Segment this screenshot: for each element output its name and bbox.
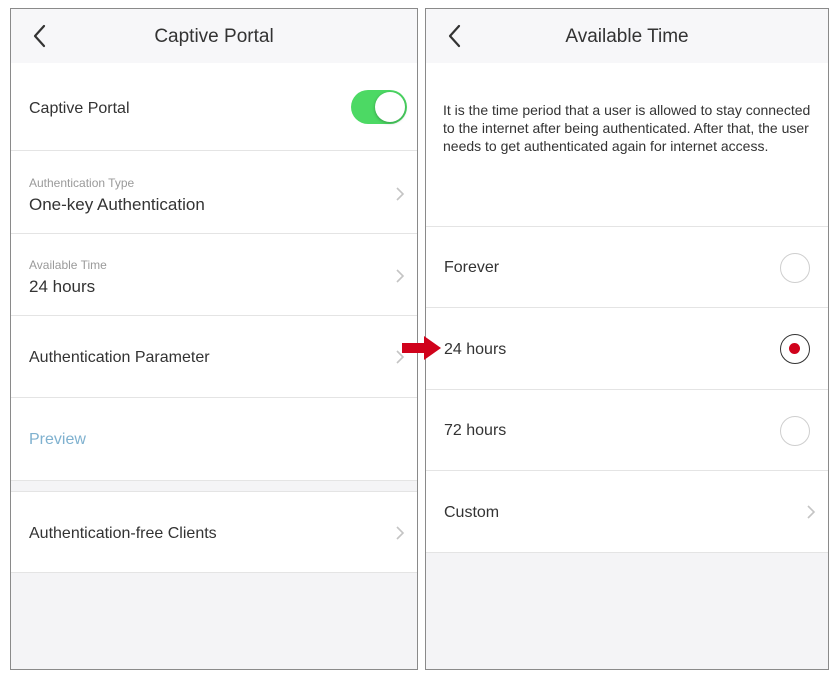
nav-bar: Available Time — [426, 9, 828, 64]
authentication-type-row[interactable]: Authentication Type One-key Authenticati… — [11, 151, 417, 234]
radio-24-hours[interactable] — [780, 334, 810, 364]
available-time-description: It is the time period that a user is all… — [443, 102, 811, 154]
option-label: 24 hours — [444, 341, 507, 358]
chevron-right-icon — [393, 523, 407, 543]
radio-forever[interactable] — [780, 253, 810, 283]
radio-selected-dot — [789, 343, 800, 354]
preview-link[interactable]: Preview — [29, 431, 86, 449]
nav-bar: Captive Portal — [11, 9, 417, 64]
right-arrow-icon — [402, 335, 442, 361]
chevron-right-icon — [804, 502, 818, 522]
option-72-hours[interactable]: 72 hours — [426, 390, 828, 471]
page-title: Available Time — [565, 26, 689, 47]
authentication-type-value: One-key Authentication — [29, 195, 205, 214]
description-panel: It is the time period that a user is all… — [426, 63, 828, 227]
available-time-value: 24 hours — [29, 277, 96, 296]
toggle-knob — [375, 92, 405, 122]
captive-portal-screen: Captive Portal Captive Portal Authentica… — [10, 8, 418, 670]
radio-72-hours[interactable] — [780, 416, 810, 446]
option-label: Forever — [444, 259, 500, 276]
captive-portal-label: Captive Portal — [29, 100, 130, 117]
chevron-right-icon — [393, 184, 407, 204]
authentication-type-caption: Authentication Type — [29, 176, 135, 190]
option-custom[interactable]: Custom — [426, 471, 828, 553]
available-time-screen: Available Time It is the time period tha… — [425, 8, 829, 670]
authentication-free-clients-row[interactable]: Authentication-free Clients — [11, 491, 417, 573]
authentication-free-clients-label: Authentication-free Clients — [29, 525, 217, 542]
option-label: 72 hours — [444, 422, 507, 439]
available-time-row[interactable]: Available Time 24 hours — [11, 234, 417, 316]
option-24-hours[interactable]: 24 hours — [426, 308, 828, 390]
authentication-parameter-row[interactable]: Authentication Parameter — [11, 316, 417, 398]
authentication-parameter-label: Authentication Parameter — [29, 349, 210, 366]
chevron-right-icon — [393, 266, 407, 286]
preview-row[interactable]: Preview — [11, 398, 417, 481]
captive-portal-row: Captive Portal — [11, 63, 417, 151]
captive-portal-toggle[interactable] — [351, 90, 407, 124]
option-forever[interactable]: Forever — [426, 227, 828, 308]
available-time-caption: Available Time — [29, 258, 107, 272]
custom-label: Custom — [444, 504, 500, 521]
page-title: Captive Portal — [154, 26, 274, 47]
